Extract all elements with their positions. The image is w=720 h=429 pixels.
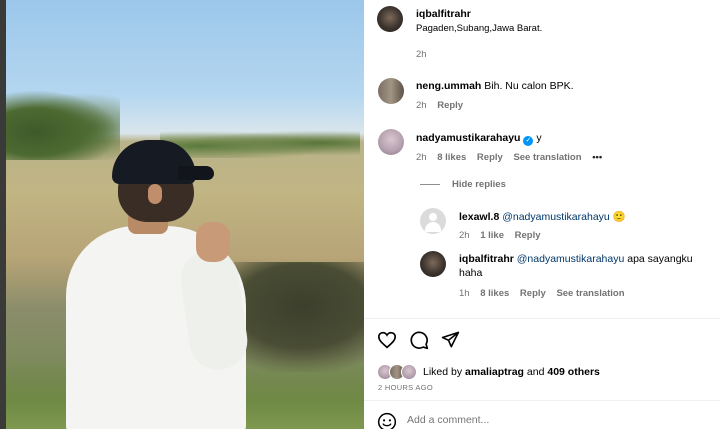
commenter-avatar[interactable] (378, 78, 404, 104)
background-trees (160, 128, 360, 158)
reply-emoji: 🙂 (612, 211, 626, 223)
comment-icon[interactable] (409, 330, 429, 350)
see-translation-button[interactable]: See translation (513, 152, 581, 163)
mention-link[interactable]: @nadyamustikarahayu (517, 253, 625, 265)
comment-time: 2h (416, 152, 427, 163)
reply-button[interactable]: Reply (477, 152, 503, 163)
hide-replies-label: Hide replies (452, 179, 506, 190)
cap-visor (178, 166, 214, 180)
reply-text-line2: haha (459, 267, 483, 279)
hide-replies-button[interactable]: Hide replies (452, 179, 506, 190)
reply-row: lexawl.8 @nadyamustikarahayu 🙂 (459, 210, 626, 223)
background-trees (0, 90, 120, 160)
likes-count[interactable]: 8 likes (480, 288, 509, 299)
comment-text: y (536, 132, 542, 144)
author-username[interactable]: iqbalfitrahr (416, 8, 471, 20)
divider (364, 400, 720, 401)
replier-avatar[interactable] (420, 208, 446, 234)
reply-text: apa sayangku (627, 253, 693, 265)
reply-button[interactable]: Reply (520, 288, 546, 299)
reply-time: 2h (459, 230, 470, 241)
comment-username[interactable]: neng.ummah (416, 80, 481, 92)
reply-row: iqbalfitrahr @nadyamustikarahayu apa say… (459, 253, 693, 265)
replies-line (420, 184, 440, 185)
liker-username[interactable]: amaliaptrag (465, 366, 524, 378)
comment-username[interactable]: nadyamustikarahayu (416, 132, 520, 144)
share-icon[interactable] (441, 330, 460, 349)
comment-meta: 2h Reply (416, 100, 463, 111)
liked-by-text: Liked by amaliaptrag and 409 others (423, 366, 600, 378)
reply-meta: 2h 1 like Reply (459, 230, 541, 241)
see-translation-button[interactable]: See translation (556, 288, 624, 299)
heart-icon[interactable] (377, 331, 397, 349)
replier-avatar[interactable] (420, 251, 446, 277)
post-time-ago: 2 HOURS AGO (378, 383, 433, 392)
comment-time: 2h (416, 100, 427, 111)
comment-row: nadyamustikarahayu ✓ y (416, 132, 542, 146)
photo-edge (0, 0, 6, 429)
person-ear (148, 184, 162, 204)
post-photo (0, 0, 364, 429)
likes-count[interactable]: 1 like (480, 230, 504, 241)
comment-text: Bih. Nu calon BPK. (484, 80, 574, 92)
likes-count[interactable]: 8 likes (437, 152, 466, 163)
commenter-avatar[interactable] (378, 129, 404, 155)
person-hand (196, 222, 230, 262)
reply-username[interactable]: lexawl.8 (459, 211, 499, 223)
smiley-icon[interactable] (377, 412, 397, 429)
verified-badge-icon: ✓ (523, 136, 534, 146)
comment-row: neng.ummah Bih. Nu calon BPK. (416, 80, 574, 92)
reply-button[interactable]: Reply (515, 230, 541, 241)
add-comment-input[interactable] (407, 414, 707, 426)
likes-others-link[interactable]: 409 others (547, 366, 600, 378)
author-avatar[interactable] (377, 6, 403, 32)
divider (364, 318, 720, 319)
comment-meta: 2h 8 likes Reply See translation ••• (416, 152, 602, 163)
more-options-icon[interactable]: ••• (592, 152, 602, 163)
reply-meta: 1h 8 likes Reply See translation (459, 288, 625, 299)
liked-by-prefix: Liked by (423, 366, 463, 378)
reply-button[interactable]: Reply (437, 100, 463, 111)
mention-link[interactable]: @nadyamustikarahayu (502, 211, 610, 223)
reply-time: 1h (459, 288, 470, 299)
liked-by-and: and (526, 366, 545, 378)
post-location[interactable]: Pagaden,Subang,Jawa Barat. (416, 23, 542, 34)
caption-time: 2h (416, 49, 427, 60)
reply-username[interactable]: iqbalfitrahr (459, 253, 514, 265)
liker-avatar[interactable] (401, 364, 417, 380)
